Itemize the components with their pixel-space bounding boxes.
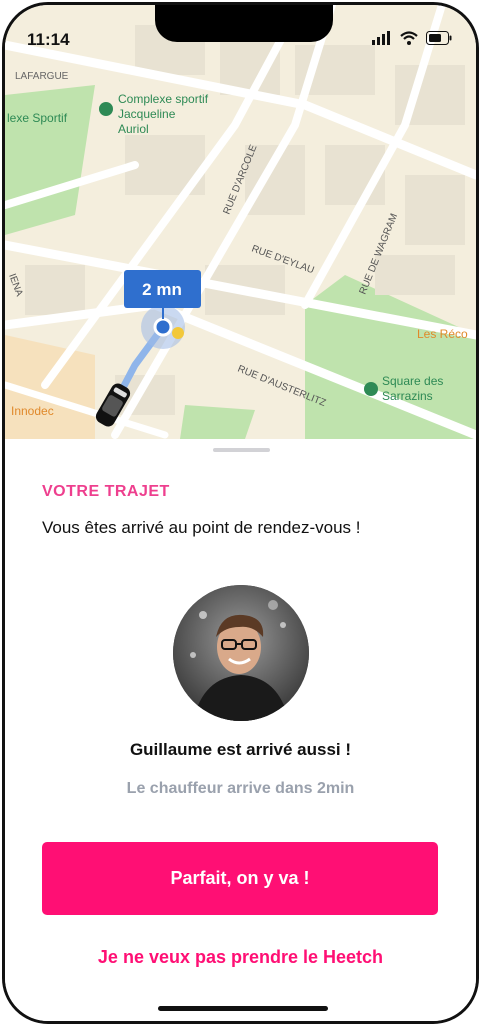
pickup-pin[interactable] xyxy=(153,317,173,337)
map-label-les-reco: Les Réco xyxy=(417,327,468,341)
map-canvas[interactable]: LAFARGUE lexe Sportif Complexe sportif J… xyxy=(5,5,476,439)
map-label-complexe-1: Complexe sportif xyxy=(118,92,209,106)
phone-frame: LAFARGUE lexe Sportif Complexe sportif J… xyxy=(2,2,479,1024)
tree-icon xyxy=(364,382,378,396)
decline-ride-link[interactable]: Je ne veux pas prendre le Heetch xyxy=(5,947,476,968)
bottom-sheet: VOTRE TRAJET Vous êtes arrivé au point d… xyxy=(5,439,476,1021)
home-indicator[interactable] xyxy=(158,1006,328,1011)
map-label-square-2: Sarrazins xyxy=(382,389,433,403)
driver-status: Guillaume est arrivé aussi ! xyxy=(129,740,352,759)
section-title: VOTRE TRAJET xyxy=(42,483,170,500)
map-label-complexe-2: Jacqueline xyxy=(118,107,176,121)
status-time: 11:14 xyxy=(27,30,70,49)
sheet-drag-handle[interactable] xyxy=(213,448,270,452)
battery-icon xyxy=(426,31,452,45)
map-view[interactable]: LAFARGUE lexe Sportif Complexe sportif J… xyxy=(5,5,476,439)
driver-avatar xyxy=(173,585,309,721)
eta-message: Le chauffeur arrive dans 2min xyxy=(126,780,355,797)
map-label-complexe-left: lexe Sportif xyxy=(7,111,68,125)
status-icons xyxy=(372,31,452,45)
arrival-message: Vous êtes arrivé au point de rendez-vous… xyxy=(42,518,361,537)
device-notch xyxy=(155,5,333,42)
confirm-ride-button[interactable]: Parfait, on y va ! xyxy=(42,842,438,915)
driver-photo xyxy=(173,585,309,721)
park-bottom xyxy=(180,405,255,439)
map-label-innodec: Innodec xyxy=(11,404,54,418)
wifi-icon xyxy=(400,31,418,45)
user-location-dot xyxy=(172,327,184,339)
park-icon xyxy=(99,102,113,116)
eta-badge-label: 2 mn xyxy=(142,280,182,299)
cellular-signal-icon xyxy=(372,31,390,45)
map-label-square-1: Square des xyxy=(382,374,443,388)
map-label-lafargue: LAFARGUE xyxy=(15,71,69,82)
map-label-complexe-3: Auriol xyxy=(118,122,149,136)
